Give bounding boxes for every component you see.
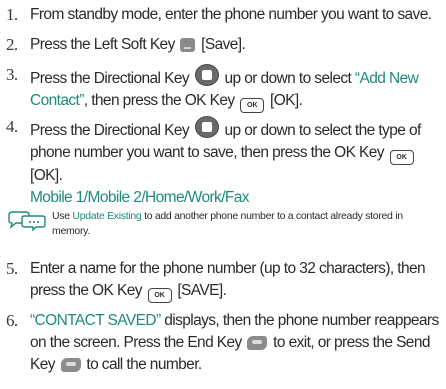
number-type-mobile-1: Mobile 1 — [30, 189, 84, 206]
update-existing-link: Update Existing — [72, 210, 142, 222]
note-text: Use Update Existing to add another phone… — [52, 209, 436, 239]
step-2: 2. Press the Left Soft Key [Save]. — [6, 34, 444, 56]
step-text-after: [Save]. — [201, 36, 246, 53]
step-text-middle2: , then press the OK Key — [83, 92, 235, 109]
step-body: Enter a name for the phone number (up to… — [30, 258, 444, 303]
step-6: 6. “CONTACT SAVED” displays, then the ph… — [6, 310, 444, 376]
note-text-before: Use — [52, 210, 70, 222]
step-number: 2. — [6, 35, 18, 54]
step-text-after: [SAVE]. — [177, 282, 227, 299]
directional-key-icon — [194, 64, 219, 86]
step-text-after: [OK]. — [30, 167, 63, 184]
step-1: 1. From standby mode, enter the phone nu… — [6, 4, 444, 26]
contact-saved-message: “CONTACT SAVED” — [30, 312, 161, 329]
directional-key-icon — [194, 116, 219, 138]
number-type-mobile-2: Mobile 2 — [87, 189, 142, 206]
step-body: Press the Directional Key up or down to … — [30, 116, 444, 209]
tip-note: Use Update Existing to add another phone… — [6, 209, 436, 239]
step-body: Press the Directional Key up or down to … — [30, 64, 444, 113]
number-type-fax: Fax — [224, 189, 250, 206]
step-5: 5. Enter a name for the phone number (up… — [6, 258, 444, 303]
step-number: 5. — [6, 259, 18, 278]
ok-key-icon: OK — [389, 150, 414, 165]
ok-key-icon: OK — [147, 288, 172, 303]
instructions-page: 1. From standby mode, enter the phone nu… — [0, 0, 446, 389]
step-text-after: to call the number. — [86, 356, 202, 373]
step-text-middle: up or down to select — [224, 70, 352, 87]
note-speech-bubble-icon — [8, 211, 46, 231]
step-body: “CONTACT SAVED” displays, then the phone… — [30, 310, 444, 376]
step-3: 3. Press the Directional Key up or down … — [6, 64, 444, 113]
step-text: From standby mode, enter the phone numbe… — [30, 6, 432, 23]
step-number: 3. — [6, 65, 18, 84]
step-number: 1. — [6, 5, 18, 24]
left-soft-key-icon — [180, 38, 196, 52]
ok-key-icon: OK — [240, 98, 265, 113]
step-body: From standby mode, enter the phone numbe… — [30, 4, 444, 26]
send-key-icon — [60, 358, 81, 372]
step-4: 4. Press the Directional Key up or down … — [6, 116, 444, 209]
number-type-work: Work — [187, 189, 222, 206]
step-text: Press the Directional Key — [30, 70, 190, 87]
step-number: 6. — [6, 311, 18, 330]
step-number: 4. — [6, 117, 18, 136]
step-text: Press the Directional Key — [30, 122, 190, 139]
step-text: Press the Left Soft Key — [30, 36, 175, 53]
step-text-after: [OK]. — [269, 92, 303, 109]
step-body: Press the Left Soft Key [Save]. — [30, 34, 444, 56]
number-type-home: Home — [145, 189, 185, 206]
step-text: Enter a name for the phone number (up to… — [30, 260, 426, 299]
end-key-icon — [247, 336, 268, 350]
